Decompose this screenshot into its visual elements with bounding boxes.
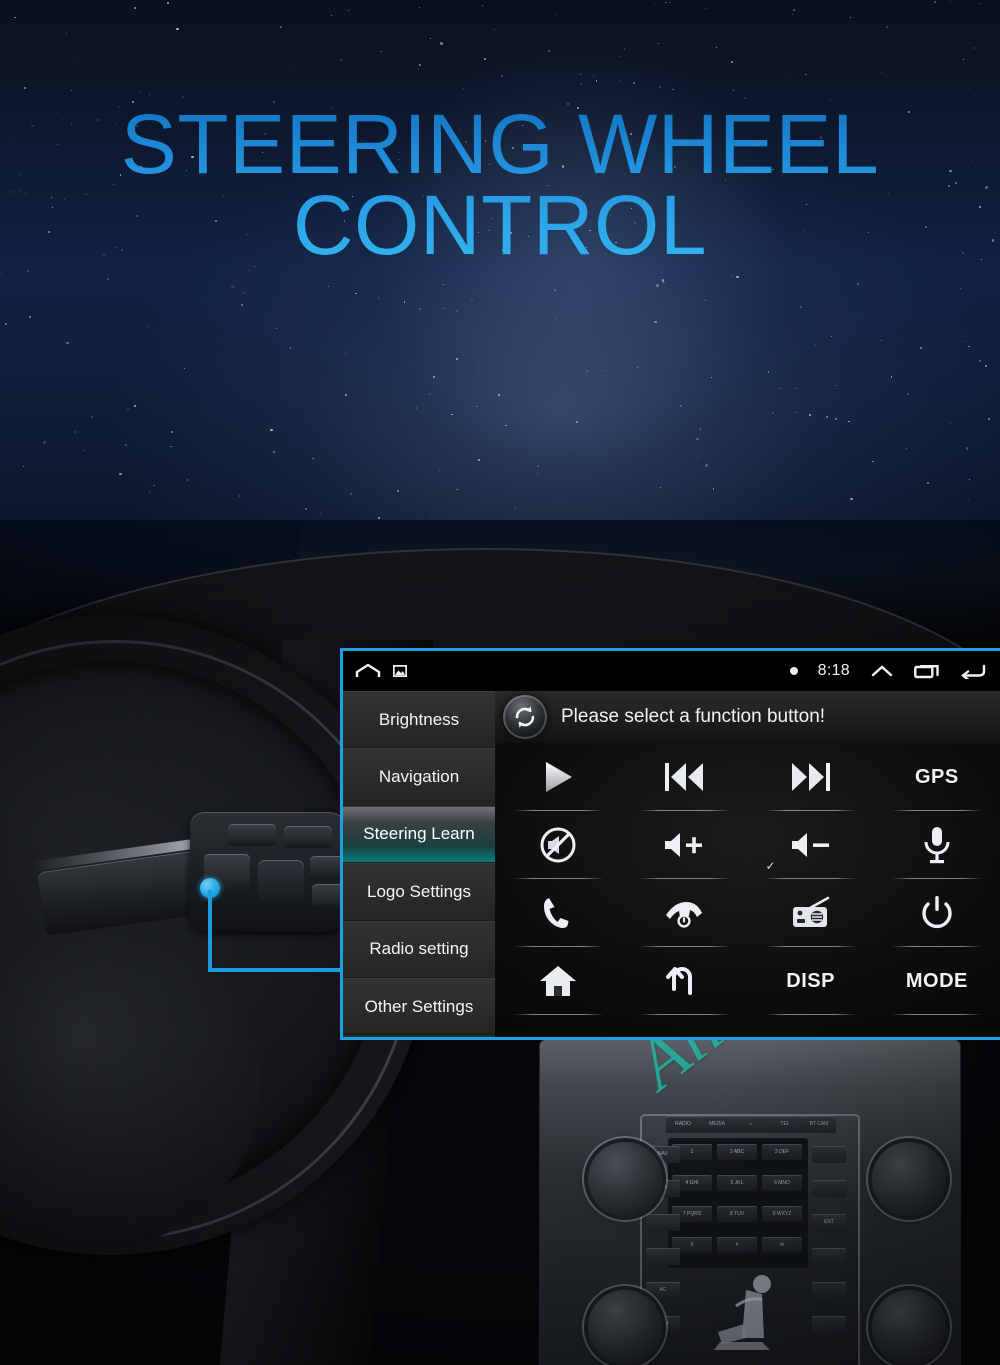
page-title-line2: CONTROL — [292, 177, 708, 272]
function-button-home[interactable] — [495, 947, 621, 1015]
function-button-disp-text[interactable]: DISP — [748, 947, 874, 1015]
swc-prev-button — [228, 824, 276, 846]
settings-sidebar: Brightness Navigation Steering Learn Logo S… — [343, 691, 495, 1037]
console-right-button — [812, 1316, 846, 1333]
console-right-button — [812, 1180, 846, 1197]
home-outline-icon[interactable] — [355, 663, 381, 679]
screenshot-icon[interactable] — [393, 665, 407, 677]
console-top-button: TEL — [768, 1116, 802, 1133]
play-icon — [539, 759, 577, 795]
sidebar-item-label: Logo Settings — [367, 881, 471, 901]
function-button-previous-track[interactable] — [621, 743, 747, 811]
call-answer-icon — [540, 895, 576, 931]
page-title-line1: STEERING WHEEL — [120, 97, 880, 191]
volume-down-icon — [788, 829, 834, 861]
function-button-radio[interactable] — [748, 879, 874, 947]
function-button-back-undo[interactable] — [621, 947, 747, 1015]
console-keypad-key: ✉ — [762, 1237, 802, 1253]
swc-dpad-center — [258, 860, 304, 900]
function-button-gps-text[interactable]: GPS — [874, 743, 1000, 811]
sidebar-item-logo-settings[interactable]: Logo Settings — [343, 863, 495, 921]
sidebar-item-label: Brightness — [378, 709, 460, 729]
console-keypad-key: # — [717, 1237, 757, 1253]
content-header: Please select a function button! — [495, 691, 1000, 743]
console-left-button — [646, 1214, 680, 1231]
android-status-bar: 8:18 — [343, 651, 1000, 691]
microphone-icon — [922, 825, 952, 865]
console-left-button: AC — [646, 1282, 680, 1299]
console-left-button — [646, 1248, 680, 1265]
swc-next-button — [284, 826, 332, 848]
gps-text-icon: GPS — [915, 765, 959, 788]
function-prompt-text: Please select a function button! — [561, 706, 826, 727]
next-track-icon — [789, 760, 833, 794]
console-right-button — [812, 1282, 846, 1299]
function-button-mode-text[interactable]: MODE — [874, 947, 1000, 1015]
head-unit-ui-panel: 8:18 Brightness Navigation Steering Learn L… — [340, 648, 1000, 1040]
knob-temp-right — [872, 1290, 946, 1364]
function-button-grid: GPS ✓ DISP MODE — [495, 743, 1000, 1015]
console-top-button: BT CAM — [802, 1116, 836, 1133]
sidebar-item-steering-learn[interactable]: Steering Learn — [343, 805, 495, 864]
knob-sound — [588, 1142, 662, 1216]
console-top-button: ⌂ — [734, 1116, 768, 1133]
function-button-power[interactable] — [874, 879, 1000, 947]
selected-check-icon: ✓ — [765, 859, 776, 873]
console-keypad: 12 ABC 3 DEF 4 GHI 5 JKL 6 MNO 7 PQRS 8 TUV 9 W… — [668, 1138, 808, 1268]
volume-up-icon — [661, 829, 707, 861]
back-undo-icon — [664, 963, 704, 999]
sidebar-item-brightness[interactable]: Brightness — [343, 691, 495, 749]
function-button-play[interactable] — [495, 743, 621, 811]
console-top-button: RADIO — [666, 1116, 700, 1133]
mute-icon — [539, 826, 577, 864]
page-title: STEERING WHEEL CONTROL — [0, 104, 1000, 265]
knob-menu — [872, 1142, 946, 1216]
function-button-volume-up[interactable] — [621, 811, 747, 879]
night-sky-background — [0, 0, 1000, 560]
console-keypad-key: 6 MNO — [762, 1175, 802, 1191]
function-button-next-track[interactable] — [748, 743, 874, 811]
disp-text-icon: DISP — [786, 969, 835, 992]
sidebar-item-label: Navigation — [378, 767, 460, 787]
function-button-call-answer[interactable] — [495, 879, 621, 947]
console-keypad-key: 9 WXYZ — [762, 1206, 802, 1222]
mode-text-icon: MODE — [905, 969, 968, 992]
page-root: STEERING WHEEL CONTROL 12 ABC 3 DEF 4 GHI 5… — [0, 0, 1000, 1365]
status-bar-clock: 8:18 — [817, 662, 850, 679]
function-button-microphone[interactable] — [874, 811, 1000, 879]
stars-layer — [0, 0, 1000, 560]
function-button-mute[interactable] — [495, 811, 621, 879]
chevron-up-icon[interactable] — [870, 663, 894, 679]
console-right-button — [812, 1248, 846, 1265]
status-dot-icon — [789, 667, 798, 675]
sidebar-item-other-settings[interactable]: Other Settings — [343, 977, 495, 1036]
console-keypad-key: 2 ABC — [717, 1144, 757, 1160]
home-icon — [539, 964, 577, 998]
console-keypad-key: 5 JKL — [717, 1175, 757, 1191]
console-keypad-key: 8 TUV — [717, 1206, 757, 1222]
steering-learn-content: Please select a function button! GPS ✓ DIS… — [495, 691, 1000, 1037]
knob-temp-left — [588, 1290, 662, 1364]
sidebar-item-radio-setting[interactable]: Radio setting — [343, 920, 495, 978]
sidebar-item-navigation[interactable]: Navigation — [343, 748, 495, 806]
sidebar-item-label: Radio setting — [369, 939, 469, 959]
console-top-button: MEDIA — [700, 1116, 734, 1133]
back-arrow-icon[interactable] — [960, 663, 986, 679]
power-icon — [920, 895, 954, 931]
recents-icon[interactable] — [914, 663, 940, 679]
function-button-call-end[interactable] — [621, 879, 747, 947]
console-keypad-key: 3 DEF — [762, 1144, 802, 1160]
console-right-button — [812, 1146, 846, 1163]
callout-line-vertical — [208, 890, 212, 972]
sidebar-item-label: Other Settings — [364, 996, 474, 1016]
radio-icon — [790, 896, 832, 930]
function-button-volume-down[interactable]: ✓ — [748, 811, 874, 879]
callout-line-horizontal — [208, 968, 348, 972]
console-right-button: ENT — [812, 1214, 846, 1231]
sync-refresh-icon[interactable] — [503, 695, 547, 739]
sidebar-item-label: Steering Learn — [363, 824, 475, 844]
seat-climate-graphic — [714, 1275, 771, 1350]
call-end-icon — [663, 897, 705, 929]
previous-track-icon — [662, 760, 706, 794]
